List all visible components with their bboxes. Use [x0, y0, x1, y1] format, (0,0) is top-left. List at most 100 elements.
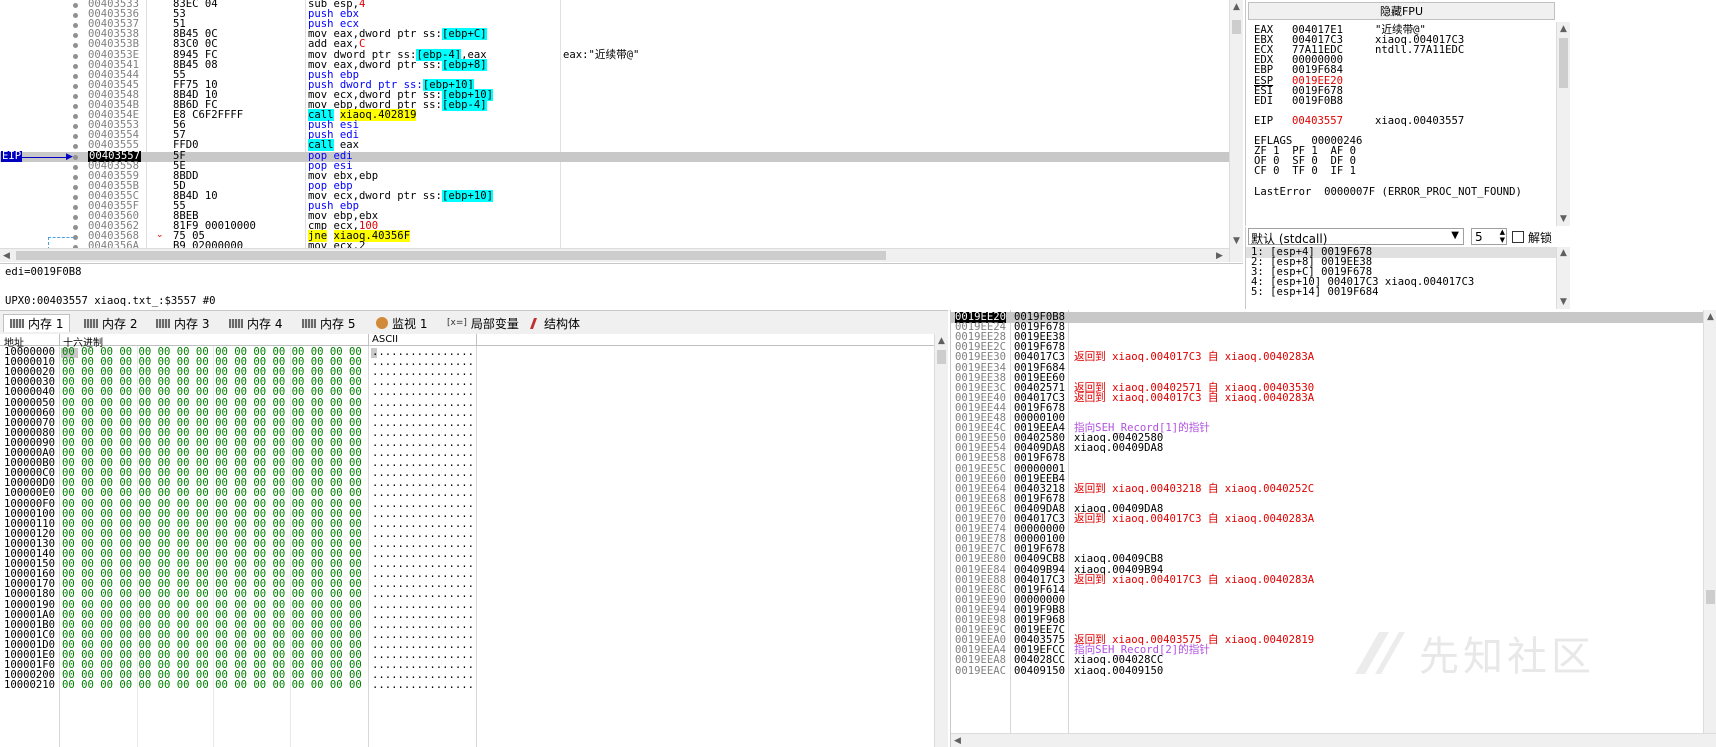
breakpoint-dot-icon[interactable]: [73, 3, 78, 8]
instr-token: [ebp+10]: [441, 189, 493, 202]
breakpoint-dot-icon[interactable]: [73, 73, 78, 79]
callconv-select[interactable]: 默认 (stdcall) ▼: [1248, 228, 1464, 246]
breakpoint-dot-icon[interactable]: [73, 114, 78, 120]
jump-taken-icon: ⌄: [156, 230, 164, 241]
hdr-sep-1: [59, 334, 60, 346]
stack-hscroll[interactable]: ◀: [951, 733, 1716, 747]
tab-5[interactable]: 内存 5: [296, 314, 361, 332]
register-row-edi[interactable]: EDI 0019F0B8: [1254, 95, 1544, 107]
hide-fpu-label: 隐藏FPU: [1379, 5, 1423, 18]
tab-2[interactable]: 内存 2: [78, 314, 143, 332]
stack-comment: xiaoq.00409150: [1074, 664, 1164, 677]
flags-line[interactable]: CF 0 TF 0 IF 1: [1254, 166, 1356, 177]
scroll-up-icon[interactable]: ▲: [1707, 312, 1714, 322]
arg-row[interactable]: 5: [esp+14] 0019F684: [1251, 287, 1379, 298]
arg-count-spinner[interactable]: 5 ▲ ▼: [1471, 228, 1507, 245]
col-ascii-header: ASCII: [372, 334, 399, 345]
hide-fpu-button[interactable]: 隐藏FPU: [1248, 2, 1555, 20]
hscroll-thumb[interactable]: [16, 251, 886, 260]
watermark: 先知社区: [1351, 624, 1595, 682]
watermark-text: 先知社区: [1419, 634, 1595, 680]
unlock-checkbox[interactable]: [1512, 231, 1524, 243]
dump-address: 10000210: [4, 679, 56, 692]
breakpoint-dot-icon[interactable]: [73, 144, 78, 150]
scroll-up-icon[interactable]: ▲: [938, 336, 945, 346]
memory-dump-pane[interactable]: 地址 十六进制 ASCII 10000000 00 00 00 00 00 00 …: [0, 334, 948, 747]
scroll-left-icon[interactable]: ◀: [3, 251, 10, 261]
dump-row[interactable]: 10000210 00 00 00 00 00 00 00 00 00 00 00…: [0, 680, 934, 691]
tab-6[interactable]: 监视 1: [370, 314, 433, 332]
register-value[interactable]: 00403557: [1292, 115, 1343, 127]
unlock-label: 解锁: [1528, 231, 1553, 245]
scroll-down-icon[interactable]: ▼: [1233, 236, 1240, 246]
breakpoint-dot-icon[interactable]: [73, 23, 78, 29]
breakpoint-dot-icon[interactable]: [73, 215, 78, 221]
breakpoint-dot-icon[interactable]: [73, 43, 78, 49]
registers-pane: 隐藏FPU EAX 004017E1 "近续带@" EBX 004017C3 xiaoq.…: [1245, 0, 1716, 226]
lasterror-line: LastError 0000007F (ERROR_PROC_NOT_FOUND…: [1254, 185, 1522, 198]
scroll-right-icon[interactable]: ▶: [1216, 251, 1223, 261]
stack-address: 0019EEAC: [955, 664, 1007, 677]
breakpoint-dot-icon[interactable]: [73, 13, 78, 19]
breakpoint-dot-icon[interactable]: [73, 194, 78, 200]
tab-label: 局部变量: [470, 316, 519, 331]
scroll-thumb[interactable]: [1706, 590, 1715, 604]
disassembly-pane[interactable]: 00403533 83EC 04 sub esp,4 00403536 53 push e…: [0, 0, 1243, 262]
dump-vscroll[interactable]: ▲: [934, 334, 948, 747]
disassembly-vscroll[interactable]: ▲ ▼: [1229, 0, 1243, 262]
scroll-thumb[interactable]: [1559, 38, 1568, 88]
tab-8[interactable]: 结构体: [526, 314, 586, 332]
breakpoint-dot-icon[interactable]: [73, 83, 78, 89]
info-line-location: UPX0:00403557 xiaoq.txt_:$3557 #0: [5, 295, 216, 307]
tab-label: 内存 4: [247, 316, 283, 331]
memory-icon: [84, 318, 98, 328]
tab-4[interactable]: 内存 4: [223, 314, 288, 332]
tab-1[interactable]: 内存 1: [3, 314, 71, 332]
dump-ascii[interactable]: ................: [372, 680, 474, 691]
scroll-up-icon[interactable]: ▲: [1233, 2, 1240, 12]
args-vscroll[interactable]: ▲ ▼: [1556, 247, 1570, 309]
spin-up-icon[interactable]: ▲: [1500, 228, 1505, 236]
breakpoint-dot-icon[interactable]: [73, 164, 78, 170]
instr-token: [ebp+C]: [441, 28, 487, 41]
breakpoint-dot-icon[interactable]: [73, 93, 78, 99]
tab-label: 内存 2: [102, 316, 138, 331]
memory-icon: [156, 318, 170, 328]
stack-vscroll[interactable]: ▲: [1703, 310, 1716, 733]
breakpoint-dot-icon[interactable]: [73, 174, 78, 180]
breakpoint-dot-icon[interactable]: [73, 124, 78, 130]
tab-3[interactable]: 内存 3: [150, 314, 215, 332]
memory-icon: [10, 319, 24, 328]
breakpoint-dot-icon[interactable]: [73, 63, 78, 69]
breakpoint-dot-icon[interactable]: [73, 205, 78, 210]
breakpoint-dot-icon[interactable]: [73, 225, 78, 231]
stack-value[interactable]: 00409150: [1014, 665, 1065, 677]
register-value[interactable]: 0019F0B8: [1292, 95, 1343, 107]
breakpoint-dot-icon[interactable]: [73, 104, 78, 109]
scroll-up-icon[interactable]: ▲: [1560, 24, 1567, 34]
info-pane: edi=0019F0B8 UPX0:00403557 xiaoq.txt_:$3…: [0, 263, 1243, 309]
tab-label: 内存 1: [28, 317, 64, 331]
disassembly-hscroll[interactable]: ◀ ▶: [0, 248, 1229, 262]
scroll-down-icon[interactable]: ▼: [1560, 214, 1567, 224]
struct-icon: [529, 317, 543, 329]
registers-vscroll[interactable]: ▲ ▼: [1556, 22, 1570, 226]
spin-down-icon[interactable]: ▼: [1500, 236, 1505, 244]
memory-icon: [229, 318, 243, 328]
breakpoint-dot-icon[interactable]: [73, 184, 78, 190]
register-note: xiaoq.00403557: [1375, 114, 1465, 127]
scroll-down-icon[interactable]: ▼: [1560, 297, 1567, 307]
scroll-up-icon[interactable]: ▲: [1560, 248, 1567, 258]
scroll-thumb[interactable]: [1232, 20, 1241, 34]
tab-7[interactable]: [x=] 局部变量: [441, 314, 525, 332]
breakpoint-dot-icon[interactable]: [73, 33, 78, 39]
breakpoint-dot-icon[interactable]: [73, 53, 78, 59]
stack-pane[interactable]: 0019EE20 0019F0B8 0019EE24 0019F678 0019EE28…: [950, 310, 1716, 747]
scroll-thumb[interactable]: [937, 350, 946, 364]
register-row-eip[interactable]: EIP 00403557 xiaoq.00403557: [1254, 114, 1544, 127]
breakpoint-dot-icon[interactable]: [73, 154, 78, 160]
dump-hex[interactable]: 00 00 00 00 00 00 00 00 00 00 00 00 00 0…: [62, 680, 362, 691]
watermark-logo-icon: [1355, 632, 1405, 674]
scroll-left-icon[interactable]: ◀: [954, 736, 961, 746]
breakpoint-dot-icon[interactable]: [73, 134, 78, 140]
